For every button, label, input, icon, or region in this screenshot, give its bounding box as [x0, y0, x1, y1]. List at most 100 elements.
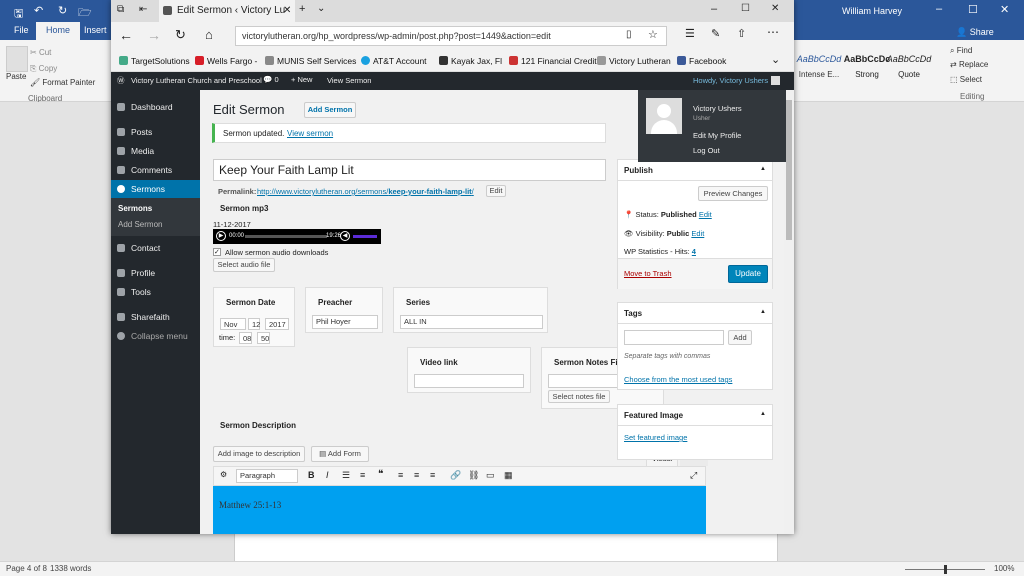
favorite-wells-fargo[interactable]: Wells Fargo - [195, 56, 257, 66]
web-note-icon[interactable]: ✎ [711, 27, 720, 40]
favorite-targetsolutions[interactable]: TargetSolutions [119, 56, 190, 66]
italic-icon[interactable]: I [326, 470, 329, 480]
menu-media[interactable]: Media [111, 142, 200, 160]
video-link-input[interactable] [414, 374, 524, 388]
copy-button[interactable]: ⎘ Copy [30, 64, 57, 74]
tab-preview-chevron-icon[interactable]: ⌄ [317, 3, 325, 14]
menu-tools[interactable]: Tools [111, 283, 200, 301]
tab-home[interactable]: Home [36, 22, 81, 40]
tab-insert[interactable]: Insert [84, 25, 107, 35]
style-quote[interactable]: AaBbCcDd Quote [884, 46, 934, 82]
paste-button[interactable]: Paste [6, 72, 26, 81]
update-button[interactable]: Update [728, 265, 768, 283]
fullscreen-icon[interactable]: ⤢ [690, 470, 697, 481]
play-icon[interactable]: ▶ [216, 231, 226, 241]
set-featured-image-link[interactable]: Set featured image [624, 433, 687, 442]
volume-slider[interactable] [353, 235, 377, 238]
favorite-star-icon[interactable]: ☆ [648, 28, 658, 41]
browser-close-icon[interactable]: ✕ [771, 3, 779, 14]
menu-dashboard[interactable]: Dashboard [111, 98, 200, 116]
menu-posts[interactable]: Posts [111, 123, 200, 141]
unlink-icon[interactable]: ⛓ [468, 470, 479, 481]
permalink-edit-button[interactable]: Edit [486, 185, 506, 197]
select-audio-button[interactable]: Select audio file [213, 258, 275, 272]
favorite-att[interactable]: AT&T Account [361, 56, 427, 66]
post-title-input[interactable]: Keep Your Faith Lamp Lit [213, 159, 606, 181]
stats-hits[interactable]: 4 [692, 247, 696, 256]
wordpress-logo-icon[interactable]: Ⓦ [117, 75, 125, 86]
favorite-munis[interactable]: MUNIS Self Services [265, 56, 356, 66]
cut-button[interactable]: ✂ Cut [30, 48, 51, 57]
date-day-input[interactable]: 12 [248, 318, 260, 330]
more-options-icon[interactable]: ⋯ [767, 25, 779, 39]
visibility-edit-link[interactable]: Edit [691, 229, 704, 238]
tab-manager-icon[interactable]: ⧉ [117, 4, 124, 15]
allow-downloads-checkbox[interactable]: ✓ [213, 248, 221, 256]
replace-button[interactable]: ⇄ Replace [950, 60, 988, 69]
submenu-add-sermon[interactable]: Add Sermon [118, 220, 162, 229]
find-button[interactable]: ⌕ Find [950, 46, 972, 56]
view-sermon-link[interactable]: View sermon [287, 129, 333, 138]
editor-body[interactable]: Matthew 25:1-13 [213, 486, 706, 534]
favorite-victory-lutheran[interactable]: Victory Lutheran [597, 56, 671, 66]
time-hour-input[interactable]: 08 [239, 332, 252, 344]
preacher-select[interactable]: Phil Hoyer [312, 315, 378, 329]
toolbar-toggle-kitchen-sink-icon[interactable]: ▦ [504, 470, 513, 481]
zoom-slider-thumb[interactable] [944, 565, 947, 574]
paragraph-select[interactable]: Paragraph [236, 469, 298, 483]
series-select[interactable]: ALL IN [400, 315, 543, 329]
audio-player[interactable]: ▶ 00:00 19:26 ◀ [213, 229, 381, 244]
menu-sharefaith[interactable]: Sharefaith [111, 308, 200, 326]
share-button[interactable]: 👤 Share [956, 27, 994, 38]
add-form-button[interactable]: ▤ Add Form [311, 446, 369, 462]
select-notes-button[interactable]: Select notes file [548, 390, 610, 403]
style-intense-emphasis[interactable]: AaBbCcDd Intense E... [794, 46, 844, 82]
align-center-icon[interactable]: ≡ [414, 470, 419, 480]
align-right-icon[interactable]: ≡ [430, 470, 435, 480]
toolbar-toggle-icon[interactable]: ⚙ [220, 470, 227, 479]
favorite-facebook[interactable]: Facebook [677, 56, 726, 66]
admin-bar-comments[interactable]: 💬 0 [263, 75, 279, 84]
admin-bar-new[interactable]: + New [291, 75, 312, 84]
tab-file[interactable]: File [14, 25, 29, 35]
set-tabs-aside-icon[interactable]: ⇤ [139, 4, 147, 15]
word-close-icon[interactable]: ✕ [1000, 3, 1009, 16]
move-to-trash-link[interactable]: Move to Trash [624, 269, 672, 278]
add-sermon-button[interactable]: Add Sermon [304, 102, 356, 118]
admin-bar-howdy[interactable]: Howdy, Victory Ushers [693, 76, 768, 85]
undo-icon[interactable]: ↶ [34, 4, 43, 17]
menu-contact[interactable]: Contact [111, 239, 200, 257]
blockquote-icon[interactable]: ❝ [378, 469, 383, 480]
choose-tags-link[interactable]: Choose from the most used tags [624, 375, 732, 384]
date-month-select[interactable]: Nov [220, 318, 246, 330]
tags-add-button[interactable]: Add [728, 330, 752, 345]
status-edit-link[interactable]: Edit [699, 210, 712, 219]
admin-bar-avatar[interactable] [771, 76, 780, 85]
log-out-link[interactable]: Log Out [693, 146, 720, 155]
edit-profile-link[interactable]: Edit My Profile [693, 131, 741, 140]
menu-sermons[interactable]: Sermons [111, 180, 200, 198]
menu-collapse[interactable]: Collapse menu [111, 327, 200, 345]
tab-close-icon[interactable]: ✕ [283, 0, 291, 22]
select-button[interactable]: ⬚ Select [950, 75, 982, 84]
user-avatar[interactable] [646, 98, 682, 134]
redo-icon[interactable]: ↻ [58, 4, 67, 17]
favorite-121-financial[interactable]: 121 Financial Credit [509, 56, 597, 66]
audio-progress[interactable] [245, 235, 327, 238]
open-icon[interactable]: 🗁 [78, 4, 92, 23]
add-image-button[interactable]: Add image to description [213, 446, 305, 462]
format-painter-button[interactable]: 🖌 Format Painter [30, 78, 95, 87]
favorites-hub-icon[interactable]: ☰ [685, 27, 695, 40]
home-icon[interactable]: ⌂ [205, 27, 213, 42]
word-maximize-icon[interactable]: ☐ [968, 3, 978, 16]
time-minute-input[interactable]: 50 [257, 332, 270, 344]
menu-profile[interactable]: Profile [111, 264, 200, 282]
reading-view-icon[interactable]: ▯ [626, 29, 632, 40]
word-minimize-icon[interactable]: – [936, 3, 942, 15]
link-icon[interactable]: 🔗 [450, 470, 461, 481]
browser-minimize-icon[interactable]: – [711, 3, 717, 15]
menu-comments[interactable]: Comments [111, 161, 200, 179]
favorite-kayak[interactable]: Kayak Jax, Fl [439, 56, 502, 66]
read-more-icon[interactable]: ▭ [486, 470, 495, 481]
paste-icon[interactable] [6, 46, 28, 72]
